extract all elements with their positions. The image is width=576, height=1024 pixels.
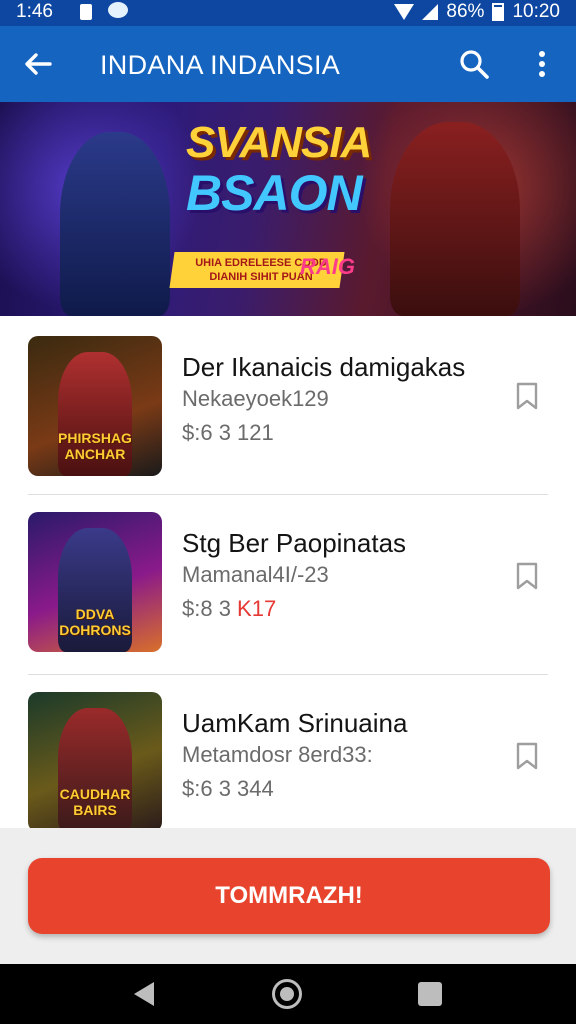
thumbnail-caption: DDVA DOHRONS (59, 606, 131, 638)
list-item[interactable]: CAUDHAR BAIRS UamKam Srinuaina Metamdosr… (0, 676, 576, 828)
page-title: INDANA INDANSIA (100, 50, 341, 80)
game-name: Der Ikanaicis damigakas (182, 352, 466, 382)
game-name: UamKam Srinuaina (182, 708, 408, 738)
banner-tag: RAIG (300, 254, 355, 279)
status-clock: 10:20 (512, 1, 560, 22)
game-price: $:8 3 K17 (182, 596, 276, 622)
banner-hero-right-image (390, 122, 520, 316)
battery-icon (492, 3, 505, 21)
nav-recents-icon[interactable] (418, 982, 442, 1006)
price-value: $:8 3 (182, 596, 238, 621)
game-subtitle: Nekaeyoek129 (182, 386, 329, 411)
notification-icon (80, 4, 92, 20)
nav-home-icon[interactable] (272, 979, 302, 1009)
price-value: $:6 3 344 (182, 776, 274, 801)
list-item[interactable]: DDVA DOHRONS Stg Ber Paopinatas Mamanal4… (0, 496, 576, 676)
app-notification-icon (108, 2, 128, 18)
game-price: $:6 3 121 (182, 420, 274, 446)
game-subtitle: Mamanal4I/-23 (182, 562, 329, 587)
game-subtitle: Metamdosr 8erd33: (182, 742, 373, 767)
search-icon[interactable] (458, 48, 490, 80)
battery-percent: 86% (446, 1, 485, 22)
game-name: Stg Ber Paopinatas (182, 528, 407, 558)
nav-back-icon[interactable] (132, 980, 156, 1008)
arrow-left-icon[interactable] (22, 48, 54, 80)
divider (28, 674, 548, 675)
game-thumbnail: PHIRSHAG ANCHAR (28, 336, 162, 476)
bookmark-outline-icon[interactable] (512, 378, 542, 414)
status-bar: 1:46 86% 10:20 (0, 0, 576, 26)
banner-hero-left-image (60, 132, 170, 316)
primary-action-button[interactable]: TOMMRAZH! (28, 858, 550, 934)
system-nav-bar (0, 964, 576, 1024)
bookmark-outline-icon[interactable] (512, 738, 542, 774)
thumbnail-caption: PHIRSHAG ANCHAR (58, 430, 132, 462)
thumbnail-caption: CAUDHAR BAIRS (59, 786, 131, 818)
app-bar: INDANA INDANSIA (0, 26, 576, 102)
list-item[interactable]: PHIRSHAG ANCHAR Der Ikanaicis damigakas … (0, 316, 576, 496)
price-accent: K17 (237, 596, 277, 621)
divider (28, 494, 548, 495)
promo-banner[interactable]: SVANSIA BSAON UHIA EDRELEESE CODD DIANIH… (0, 102, 576, 316)
price-value: $:6 3 121 (182, 420, 274, 445)
status-time: 1:46 (16, 1, 53, 22)
more-vert-icon[interactable] (528, 48, 556, 80)
signal-icon (422, 4, 439, 20)
banner-title-line1: SVANSIA (186, 118, 372, 167)
game-thumbnail: DDVA DOHRONS (28, 512, 162, 652)
game-price: $:6 3 344 (182, 776, 274, 802)
status-right: 86% 10:20 (394, 1, 560, 23)
bookmark-outline-icon[interactable] (512, 558, 542, 594)
wifi-icon (394, 4, 415, 20)
game-list: PHIRSHAG ANCHAR Der Ikanaicis damigakas … (0, 316, 576, 828)
banner-title-line2: BSAON (186, 165, 363, 221)
game-thumbnail: CAUDHAR BAIRS (28, 692, 162, 828)
